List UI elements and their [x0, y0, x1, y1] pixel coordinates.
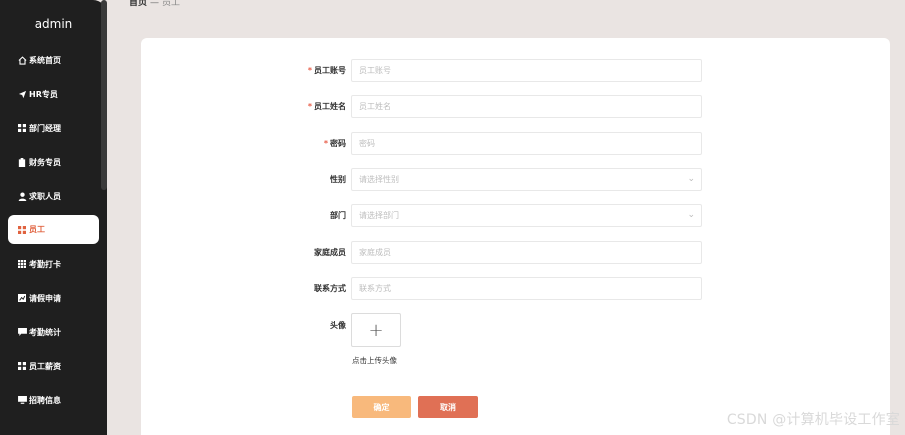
- sidebar-item-hr[interactable]: HR专员: [0, 77, 107, 111]
- grid-icon: [17, 123, 27, 133]
- family-members-input[interactable]: 家庭成员: [351, 241, 702, 264]
- field-label: 部门: [330, 211, 346, 220]
- monitor-icon: [17, 395, 27, 405]
- chart-icon: [17, 293, 27, 303]
- sidebar-item-label: 员工薪资: [29, 361, 61, 371]
- sidebar-item-leave[interactable]: 请假申请: [0, 281, 107, 315]
- sidebar-item-label: 请假申请: [29, 293, 61, 303]
- field-label: * 员工账号: [307, 66, 346, 75]
- sidebar: admin 系统首页 HR专员 部门经理 财务专员 求职人员 员工 考勤打卡 请…: [0, 0, 107, 435]
- cancel-button[interactable]: 取消: [418, 396, 478, 418]
- chevron-down-icon: ⌄: [687, 174, 695, 184]
- grid-icon: [17, 361, 27, 371]
- field-label: * 密码: [323, 139, 346, 148]
- upload-tip: 点击上传头像: [352, 356, 397, 365]
- sidebar-item-employee[interactable]: 员工: [8, 215, 99, 244]
- breadcrumb-current: 员工: [162, 0, 181, 8]
- sidebar-item-label: 系统首页: [29, 55, 61, 65]
- grid-icon: [17, 259, 27, 269]
- sidebar-item-label: HR专员: [29, 89, 58, 99]
- sidebar-item-applicants[interactable]: 求职人员: [0, 179, 107, 213]
- chevron-down-icon: ⌄: [687, 210, 695, 220]
- field-label: * 员工姓名: [307, 102, 346, 111]
- department-select[interactable]: 请选择部门 ⌄: [351, 204, 702, 227]
- sidebar-item-label: 考勤统计: [29, 327, 61, 337]
- paper-plane-icon: [17, 89, 27, 99]
- required-mark: *: [323, 139, 328, 148]
- contact-input[interactable]: 联系方式: [351, 277, 702, 300]
- sidebar-item-finance[interactable]: 财务专员: [0, 145, 107, 179]
- field-label: 家庭成员: [314, 248, 346, 257]
- avatar-label: 头像: [330, 321, 346, 330]
- employee-account-input[interactable]: 员工账号: [351, 59, 702, 82]
- clipboard-icon: [17, 157, 27, 167]
- sidebar-nav: 系统首页 HR专员 部门经理 财务专员 求职人员 员工 考勤打卡 请假申请 考勤…: [0, 43, 107, 417]
- watermark: CSDN @计算机毕设工作室: [726, 412, 900, 428]
- sidebar-item-label: 考勤打卡: [29, 259, 61, 269]
- avatar-upload-button[interactable]: +: [351, 313, 401, 347]
- breadcrumb: 首页 — 员工: [129, 0, 180, 8]
- breadcrumb-separator: —: [150, 0, 160, 8]
- field-label: 联系方式: [314, 284, 346, 293]
- employee-name-input[interactable]: 员工姓名: [351, 95, 702, 118]
- required-mark: *: [307, 102, 312, 111]
- comment-icon: [17, 327, 27, 337]
- sidebar-item-attendance-stats[interactable]: 考勤统计: [0, 315, 107, 349]
- plus-icon: +: [368, 319, 384, 341]
- sidebar-item-label: 部门经理: [29, 123, 61, 133]
- password-input[interactable]: 密码: [351, 132, 702, 155]
- home-icon: [17, 55, 27, 65]
- sidebar-item-salary[interactable]: 员工薪资: [0, 349, 107, 383]
- breadcrumb-home[interactable]: 首页: [129, 0, 147, 8]
- field-label: 性别: [330, 175, 346, 184]
- brand-title: admin: [34, 17, 73, 31]
- sidebar-item-label: 员工: [29, 225, 45, 234]
- sidebar-item-label: 求职人员: [29, 191, 61, 201]
- sidebar-item-attendance-checkin[interactable]: 考勤打卡: [0, 247, 107, 281]
- required-mark: *: [307, 66, 312, 75]
- confirm-button[interactable]: 确定: [352, 396, 411, 418]
- grid-icon: [17, 225, 27, 235]
- user-icon: [17, 191, 27, 201]
- sidebar-item-label: 财务专员: [29, 157, 61, 167]
- sidebar-item-recruitment[interactable]: 招聘信息: [0, 383, 107, 417]
- sidebar-item-dept-manager[interactable]: 部门经理: [0, 111, 107, 145]
- sidebar-item-label: 招聘信息: [29, 395, 61, 405]
- gender-select[interactable]: 请选择性别 ⌄: [351, 168, 702, 191]
- sidebar-item-home[interactable]: 系统首页: [0, 43, 107, 77]
